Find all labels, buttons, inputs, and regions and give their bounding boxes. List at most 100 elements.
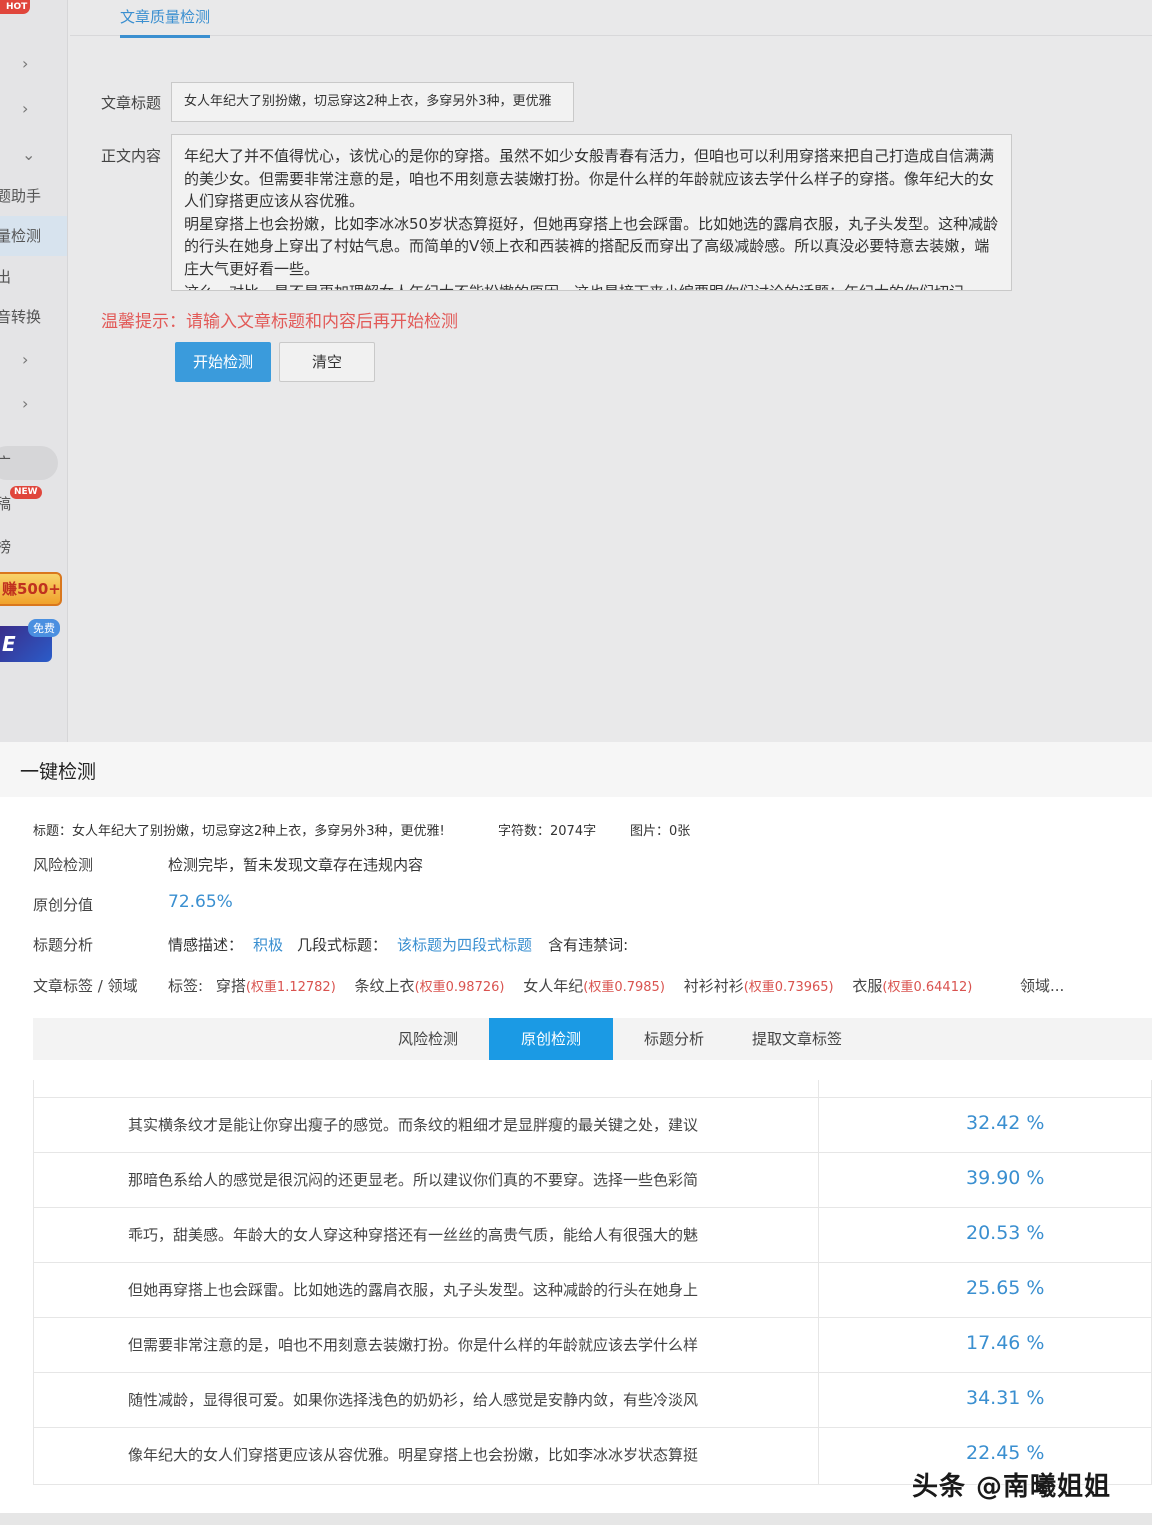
earn-banner[interactable]: 赚500+ <box>0 572 62 606</box>
tag-weight: (权重0.64412) <box>882 980 973 995</box>
sidebar-item-label: 题助手 <box>0 187 42 205</box>
chevron-down-icon: ⌄ <box>22 145 36 164</box>
start-check-button[interactable]: 开始检测 <box>175 342 271 382</box>
modal-title: 一键检测 <box>20 761 97 783</box>
original-score-label: 原创分值 <box>33 896 94 914</box>
sidebar-collapse-3[interactable]: ⌄ <box>0 135 67 175</box>
tag-name: 穿搭 <box>215 977 246 995</box>
tag-item: 衣服(权重0.64412) <box>852 977 972 995</box>
sidebar-item-label: 量检测 <box>0 227 42 245</box>
hot-badge: HOT <box>0 0 30 14</box>
meta-word-count: 字符数：2074字 <box>498 824 597 839</box>
tag-weight: (权重0.73965) <box>743 980 834 995</box>
chevron-right-icon: › <box>22 394 29 413</box>
tag-name: 衬衫衬衫 <box>683 977 744 995</box>
modal-header: 一键检测 <box>0 742 1152 797</box>
content-paragraph: 这么一对比，是不是更加理解女人年纪大不能扮嫩的原因，这也是接下来小编要跟你们讨论… <box>184 281 999 290</box>
tab-quality-check[interactable]: 文章质量检测 <box>120 6 211 38</box>
sidebar-expand-5[interactable]: › <box>0 384 67 424</box>
tag-item: 衬衫衬衫(权重0.73965) <box>684 977 834 995</box>
row-percent: 22.45 % <box>966 1442 1045 1464</box>
chevron-right-icon: › <box>22 350 29 369</box>
tag-item: 穿搭(权重1.12782) <box>216 977 336 995</box>
original-check-table: 其实横条纹才是能让你穿出瘦子的感觉。而条纹的粗细才是显胖瘦的最关键之处，建议 32… <box>33 1080 1152 1485</box>
tab-risk-check[interactable]: 风险检测 <box>373 1018 483 1060</box>
chevron-right-icon: › <box>22 54 29 73</box>
segment-value: 该标题为四段式标题 <box>397 936 533 954</box>
row-sentence: 像年纪大的女人们穿搭更应该从容优雅。明星穿搭上也会扮嫩，比如李冰冰岁状态算挺 <box>128 1446 699 1464</box>
row-sentence: 但需要非常注意的是，咱也不用刻意去装嫩打扮。你是什么样的年龄就应该去学什么样 <box>128 1336 699 1354</box>
title-analysis-values: 情感描述： 积极 几段式标题： 该标题为四段式标题 含有违禁词: <box>168 934 628 955</box>
row-sentence: 但她再穿搭上也会踩雷。比如她选的露肩衣服，丸子头发型。这种减龄的行头在她身上 <box>128 1281 699 1299</box>
content-label: 正文内容 <box>101 147 162 165</box>
emotion-label: 情感描述： <box>168 936 244 954</box>
table-row: 但需要非常注意的是，咱也不用刻意去装嫩打扮。你是什么样的年龄就应该去学什么样 17… <box>34 1317 1152 1372</box>
tag-weight: (权重0.7985) <box>583 980 665 995</box>
tag-item: 女人年纪(权重0.7985) <box>523 977 665 995</box>
result-tabs: 风险检测 原创检测 标题分析 提取文章标签 <box>33 1018 1152 1060</box>
sidebar-item-label: 榜 <box>0 536 11 557</box>
tag-weight: (权重0.98726) <box>414 980 505 995</box>
segment-label: 几段式标题： <box>297 936 388 954</box>
tab-title-analysis[interactable]: 标题分析 <box>619 1018 729 1060</box>
tags-prefix: 标签: <box>168 977 204 995</box>
sidebar-item-ad[interactable]: 广 <box>0 443 67 483</box>
sidebar-expand-2[interactable]: › <box>0 89 67 129</box>
check-result-modal: 一键检测 标题：女人年纪大了别扮嫩，切忌穿这2种上衣，多穿另外3种，更优雅! 字… <box>0 742 1152 1513</box>
tag-name: 女人年纪 <box>523 977 584 995</box>
content-paragraph: 明星穿搭上也会扮嫩，比如李冰冰50岁状态算挺好，但她再穿搭上也会踩雷。比如她选的… <box>184 214 999 278</box>
content-textarea[interactable]: 年纪大了并不值得忧心，该忧心的是你的穿搭。虽然不如少女般青春有活力，但咱也可以利… <box>171 134 1012 291</box>
sidebar-item-label: 音转换 <box>0 308 42 326</box>
row-percent: 17.46 % <box>966 1332 1045 1354</box>
table-row: 但她再穿搭上也会踩雷。比如她选的露肩衣服，丸子头发型。这种减龄的行头在她身上 25… <box>34 1262 1152 1317</box>
main-panel: 文章质量检测 文章标题 女人年纪大了别扮嫩，切忌穿这2种上衣，多穿另外3种，更优… <box>70 0 1152 740</box>
sidebar-expand-4[interactable]: › <box>0 340 67 380</box>
sidebar-item-title-helper[interactable]: 题助手 <box>0 176 67 216</box>
tags-label: 文章标签 / 领域 <box>33 977 138 995</box>
domain-value: 领域... <box>1020 977 1065 995</box>
table-row: 随性减龄，显得很可爱。如果你选择浅色的奶奶衫，给人感觉是安静内敛，有些冷淡风 34… <box>34 1372 1152 1427</box>
row-percent: 39.90 % <box>966 1167 1045 1189</box>
table-row: 乖巧，甜美感。年龄大的女人穿这种穿搭还有一丝丝的高贵气质，能给人有很强大的魅 20… <box>34 1207 1152 1262</box>
title-input[interactable]: 女人年纪大了别扮嫩，切忌穿这2种上衣，多穿另外3种，更优雅 <box>171 82 574 122</box>
meta-title: 标题：女人年纪大了别扮嫩，切忌穿这2种上衣，多穿另外3种，更优雅! <box>33 824 445 839</box>
row-sentence: 乖巧，甜美感。年龄大的女人穿这种穿搭还有一丝丝的高贵气质，能给人有很强大的魅 <box>128 1226 699 1244</box>
title-analysis-label: 标题分析 <box>33 936 94 954</box>
tab-bar: 文章质量检测 <box>70 0 1152 38</box>
sidebar-item-draft[interactable]: 稿 <box>0 484 67 524</box>
warning-tip: 温馨提示：请输入文章标题和内容后再开始检测 <box>101 312 458 332</box>
tag-weight: (权重1.12782) <box>245 980 336 995</box>
tag-name: 衣服 <box>852 977 883 995</box>
title-label: 文章标题 <box>101 94 162 112</box>
free-badge: 免费 <box>28 619 60 637</box>
screen: HOT › › ⌄ 题助手 量检测 出 音转换 › › 广 NEW 稿 榜 赚5… <box>0 0 1152 1525</box>
tab-extract-tags[interactable]: 提取文章标签 <box>735 1018 859 1060</box>
table-row: 那暗色系给人的感觉是很沉闷的还更显老。所以建议你们真的不要穿。选择一些色彩简 39… <box>34 1152 1152 1207</box>
tag-list: 标签: 穿搭(权重1.12782) 条纹上衣(权重0.98726) 女人年纪(权… <box>168 975 986 996</box>
sidebar-expand-1[interactable]: › <box>0 44 67 84</box>
sidebar-item-label: 广 <box>0 452 11 473</box>
row-percent: 34.31 % <box>966 1387 1045 1409</box>
emotion-value: 积极 <box>253 936 284 954</box>
risk-value: 检测完毕，暂未发现文章存在违规内容 <box>168 856 424 874</box>
tag-item: 条纹上衣(权重0.98726) <box>355 977 505 995</box>
sidebar-item-quality-check[interactable]: 量检测 <box>0 216 67 256</box>
sidebar-item-label: 出 <box>0 266 11 287</box>
watermark: 头条 @南曦姐姐 <box>912 1472 1112 1502</box>
sidebar-item-out[interactable]: 出 <box>0 257 67 297</box>
sidebar-item-label: 稿 <box>0 493 11 514</box>
table-row: 其实横条纹才是能让你穿出瘦子的感觉。而条纹的粗细才是显胖瘦的最关键之处，建议 32… <box>34 1097 1152 1152</box>
tab-original-check[interactable]: 原创检测 <box>489 1018 613 1060</box>
sidebar-item-ranking[interactable]: 榜 <box>0 527 67 567</box>
row-sentence: 随性减龄，显得很可爱。如果你选择浅色的奶奶衫，给人感觉是安静内敛，有些冷淡风 <box>128 1391 699 1409</box>
sidebar-item-audio-convert[interactable]: 音转换 <box>0 297 67 337</box>
meta-image-count: 图片：0张 <box>630 824 691 839</box>
risk-label: 风险检测 <box>33 856 94 874</box>
clear-button[interactable]: 清空 <box>279 342 375 382</box>
chevron-right-icon: › <box>22 99 29 118</box>
row-sentence: 那暗色系给人的感觉是很沉闷的还更显老。所以建议你们真的不要穿。选择一些色彩简 <box>128 1171 699 1189</box>
row-percent: 20.53 % <box>966 1222 1045 1244</box>
banned-words-label: 含有违禁词: <box>548 936 629 954</box>
bottom-strip <box>0 1513 1152 1525</box>
row-sentence: 其实横条纹才是能让你穿出瘦子的感觉。而条纹的粗细才是显胖瘦的最关键之处，建议 <box>128 1116 699 1134</box>
